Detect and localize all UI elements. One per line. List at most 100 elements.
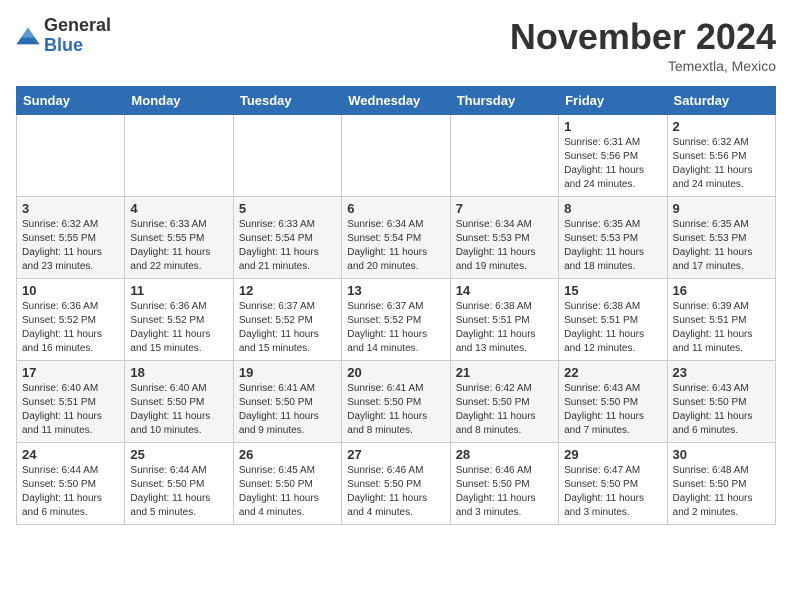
- day-info: Sunrise: 6:41 AM Sunset: 5:50 PM Dayligh…: [239, 382, 336, 438]
- day-info: Sunrise: 6:35 AM Sunset: 5:53 PM Dayligh…: [564, 218, 661, 274]
- calendar-cell: 14 Sunrise: 6:38 AM Sunset: 5:51 PM Dayli…: [450, 279, 558, 361]
- day-info: Sunrise: 6:38 AM Sunset: 5:51 PM Dayligh…: [456, 300, 553, 356]
- day-number: 1: [564, 119, 661, 134]
- calendar-header: SundayMondayTuesdayWednesdayThursdayFrid…: [17, 87, 776, 115]
- day-number: 10: [22, 283, 119, 298]
- day-number: 3: [22, 201, 119, 216]
- weekday-header-row: SundayMondayTuesdayWednesdayThursdayFrid…: [17, 87, 776, 115]
- day-info: Sunrise: 6:41 AM Sunset: 5:50 PM Dayligh…: [347, 382, 444, 438]
- calendar-cell: 27 Sunrise: 6:46 AM Sunset: 5:50 PM Dayli…: [342, 443, 450, 525]
- day-info: Sunrise: 6:31 AM Sunset: 5:56 PM Dayligh…: [564, 136, 661, 192]
- weekday-header-tuesday: Tuesday: [233, 87, 341, 115]
- calendar-cell: 5 Sunrise: 6:33 AM Sunset: 5:54 PM Daylig…: [233, 197, 341, 279]
- day-info: Sunrise: 6:40 AM Sunset: 5:50 PM Dayligh…: [130, 382, 227, 438]
- day-info: Sunrise: 6:44 AM Sunset: 5:50 PM Dayligh…: [22, 464, 119, 520]
- day-number: 22: [564, 365, 661, 380]
- calendar-cell: 22 Sunrise: 6:43 AM Sunset: 5:50 PM Dayli…: [559, 361, 667, 443]
- day-number: 28: [456, 447, 553, 462]
- calendar-cell: 21 Sunrise: 6:42 AM Sunset: 5:50 PM Dayli…: [450, 361, 558, 443]
- day-number: 30: [673, 447, 770, 462]
- day-number: 23: [673, 365, 770, 380]
- day-number: 17: [22, 365, 119, 380]
- day-info: Sunrise: 6:42 AM Sunset: 5:50 PM Dayligh…: [456, 382, 553, 438]
- calendar-cell: 26 Sunrise: 6:45 AM Sunset: 5:50 PM Dayli…: [233, 443, 341, 525]
- day-number: 5: [239, 201, 336, 216]
- calendar-cell: 3Sunrise: 6:32 AM Sunset: 5:55 PM Daylig…: [17, 197, 125, 279]
- day-number: 15: [564, 283, 661, 298]
- day-info: Sunrise: 6:36 AM Sunset: 5:52 PM Dayligh…: [22, 300, 119, 356]
- calendar-cell: 28Sunrise: 6:46 AM Sunset: 5:50 PM Dayli…: [450, 443, 558, 525]
- calendar-table: SundayMondayTuesdayWednesdayThursdayFrid…: [16, 86, 776, 525]
- calendar-cell: 23 Sunrise: 6:43 AM Sunset: 5:50 PM Dayli…: [667, 361, 775, 443]
- day-number: 13: [347, 283, 444, 298]
- day-number: 20: [347, 365, 444, 380]
- calendar-cell: [17, 115, 125, 197]
- day-info: Sunrise: 6:33 AM Sunset: 5:54 PM Dayligh…: [239, 218, 336, 274]
- logo: General Blue: [16, 16, 111, 56]
- calendar-cell: 4Sunrise: 6:33 AM Sunset: 5:55 PM Daylig…: [125, 197, 233, 279]
- calendar-cell: 25Sunrise: 6:44 AM Sunset: 5:50 PM Dayli…: [125, 443, 233, 525]
- day-info: Sunrise: 6:32 AM Sunset: 5:56 PM Dayligh…: [673, 136, 770, 192]
- week-row-5: 24 Sunrise: 6:44 AM Sunset: 5:50 PM Dayli…: [17, 443, 776, 525]
- calendar-cell: 8 Sunrise: 6:35 AM Sunset: 5:53 PM Daylig…: [559, 197, 667, 279]
- day-number: 21: [456, 365, 553, 380]
- header-area: General Blue November 2024 Temextla, Mex…: [16, 16, 776, 74]
- calendar-cell: 1 Sunrise: 6:31 AM Sunset: 5:56 PM Daylig…: [559, 115, 667, 197]
- day-info: Sunrise: 6:37 AM Sunset: 5:52 PM Dayligh…: [239, 300, 336, 356]
- calendar-cell: 12 Sunrise: 6:37 AM Sunset: 5:52 PM Dayli…: [233, 279, 341, 361]
- day-number: 27: [347, 447, 444, 462]
- calendar-cell: 7Sunrise: 6:34 AM Sunset: 5:53 PM Daylig…: [450, 197, 558, 279]
- day-info: Sunrise: 6:48 AM Sunset: 5:50 PM Dayligh…: [673, 464, 770, 520]
- day-info: Sunrise: 6:39 AM Sunset: 5:51 PM Dayligh…: [673, 300, 770, 356]
- day-info: Sunrise: 6:38 AM Sunset: 5:51 PM Dayligh…: [564, 300, 661, 356]
- calendar-cell: [450, 115, 558, 197]
- day-info: Sunrise: 6:45 AM Sunset: 5:50 PM Dayligh…: [239, 464, 336, 520]
- day-info: Sunrise: 6:46 AM Sunset: 5:50 PM Dayligh…: [347, 464, 444, 520]
- day-number: 6: [347, 201, 444, 216]
- day-number: 8: [564, 201, 661, 216]
- week-row-3: 10 Sunrise: 6:36 AM Sunset: 5:52 PM Dayli…: [17, 279, 776, 361]
- calendar-cell: 11 Sunrise: 6:36 AM Sunset: 5:52 PM Dayli…: [125, 279, 233, 361]
- day-number: 29: [564, 447, 661, 462]
- month-title: November 2024: [510, 16, 776, 58]
- calendar-cell: 10 Sunrise: 6:36 AM Sunset: 5:52 PM Dayli…: [17, 279, 125, 361]
- calendar-cell: 9 Sunrise: 6:35 AM Sunset: 5:53 PM Daylig…: [667, 197, 775, 279]
- day-number: 24: [22, 447, 119, 462]
- day-info: Sunrise: 6:47 AM Sunset: 5:50 PM Dayligh…: [564, 464, 661, 520]
- day-info: Sunrise: 6:43 AM Sunset: 5:50 PM Dayligh…: [564, 382, 661, 438]
- day-number: 14: [456, 283, 553, 298]
- day-number: 12: [239, 283, 336, 298]
- calendar-cell: 17Sunrise: 6:40 AM Sunset: 5:51 PM Dayli…: [17, 361, 125, 443]
- week-row-1: 1 Sunrise: 6:31 AM Sunset: 5:56 PM Daylig…: [17, 115, 776, 197]
- location-subtitle: Temextla, Mexico: [510, 58, 776, 74]
- day-number: 26: [239, 447, 336, 462]
- day-number: 19: [239, 365, 336, 380]
- logo-text: General Blue: [44, 16, 111, 56]
- day-number: 11: [130, 283, 227, 298]
- title-area: November 2024 Temextla, Mexico: [510, 16, 776, 74]
- logo-icon: [16, 26, 40, 46]
- day-info: Sunrise: 6:36 AM Sunset: 5:52 PM Dayligh…: [130, 300, 227, 356]
- weekday-header-thursday: Thursday: [450, 87, 558, 115]
- weekday-header-saturday: Saturday: [667, 87, 775, 115]
- day-number: 7: [456, 201, 553, 216]
- calendar-cell: 2 Sunrise: 6:32 AM Sunset: 5:56 PM Daylig…: [667, 115, 775, 197]
- calendar-cell: 15 Sunrise: 6:38 AM Sunset: 5:51 PM Dayli…: [559, 279, 667, 361]
- day-info: Sunrise: 6:35 AM Sunset: 5:53 PM Dayligh…: [673, 218, 770, 274]
- calendar-cell: 6Sunrise: 6:34 AM Sunset: 5:54 PM Daylig…: [342, 197, 450, 279]
- calendar-cell: 18Sunrise: 6:40 AM Sunset: 5:50 PM Dayli…: [125, 361, 233, 443]
- calendar-cell: [125, 115, 233, 197]
- day-number: 9: [673, 201, 770, 216]
- calendar-cell: [342, 115, 450, 197]
- calendar-cell: 13Sunrise: 6:37 AM Sunset: 5:52 PM Dayli…: [342, 279, 450, 361]
- calendar-cell: [233, 115, 341, 197]
- day-number: 4: [130, 201, 227, 216]
- day-info: Sunrise: 6:43 AM Sunset: 5:50 PM Dayligh…: [673, 382, 770, 438]
- day-info: Sunrise: 6:44 AM Sunset: 5:50 PM Dayligh…: [130, 464, 227, 520]
- weekday-header-monday: Monday: [125, 87, 233, 115]
- calendar-cell: 30 Sunrise: 6:48 AM Sunset: 5:50 PM Dayli…: [667, 443, 775, 525]
- weekday-header-wednesday: Wednesday: [342, 87, 450, 115]
- weekday-header-friday: Friday: [559, 87, 667, 115]
- day-number: 2: [673, 119, 770, 134]
- week-row-4: 17Sunrise: 6:40 AM Sunset: 5:51 PM Dayli…: [17, 361, 776, 443]
